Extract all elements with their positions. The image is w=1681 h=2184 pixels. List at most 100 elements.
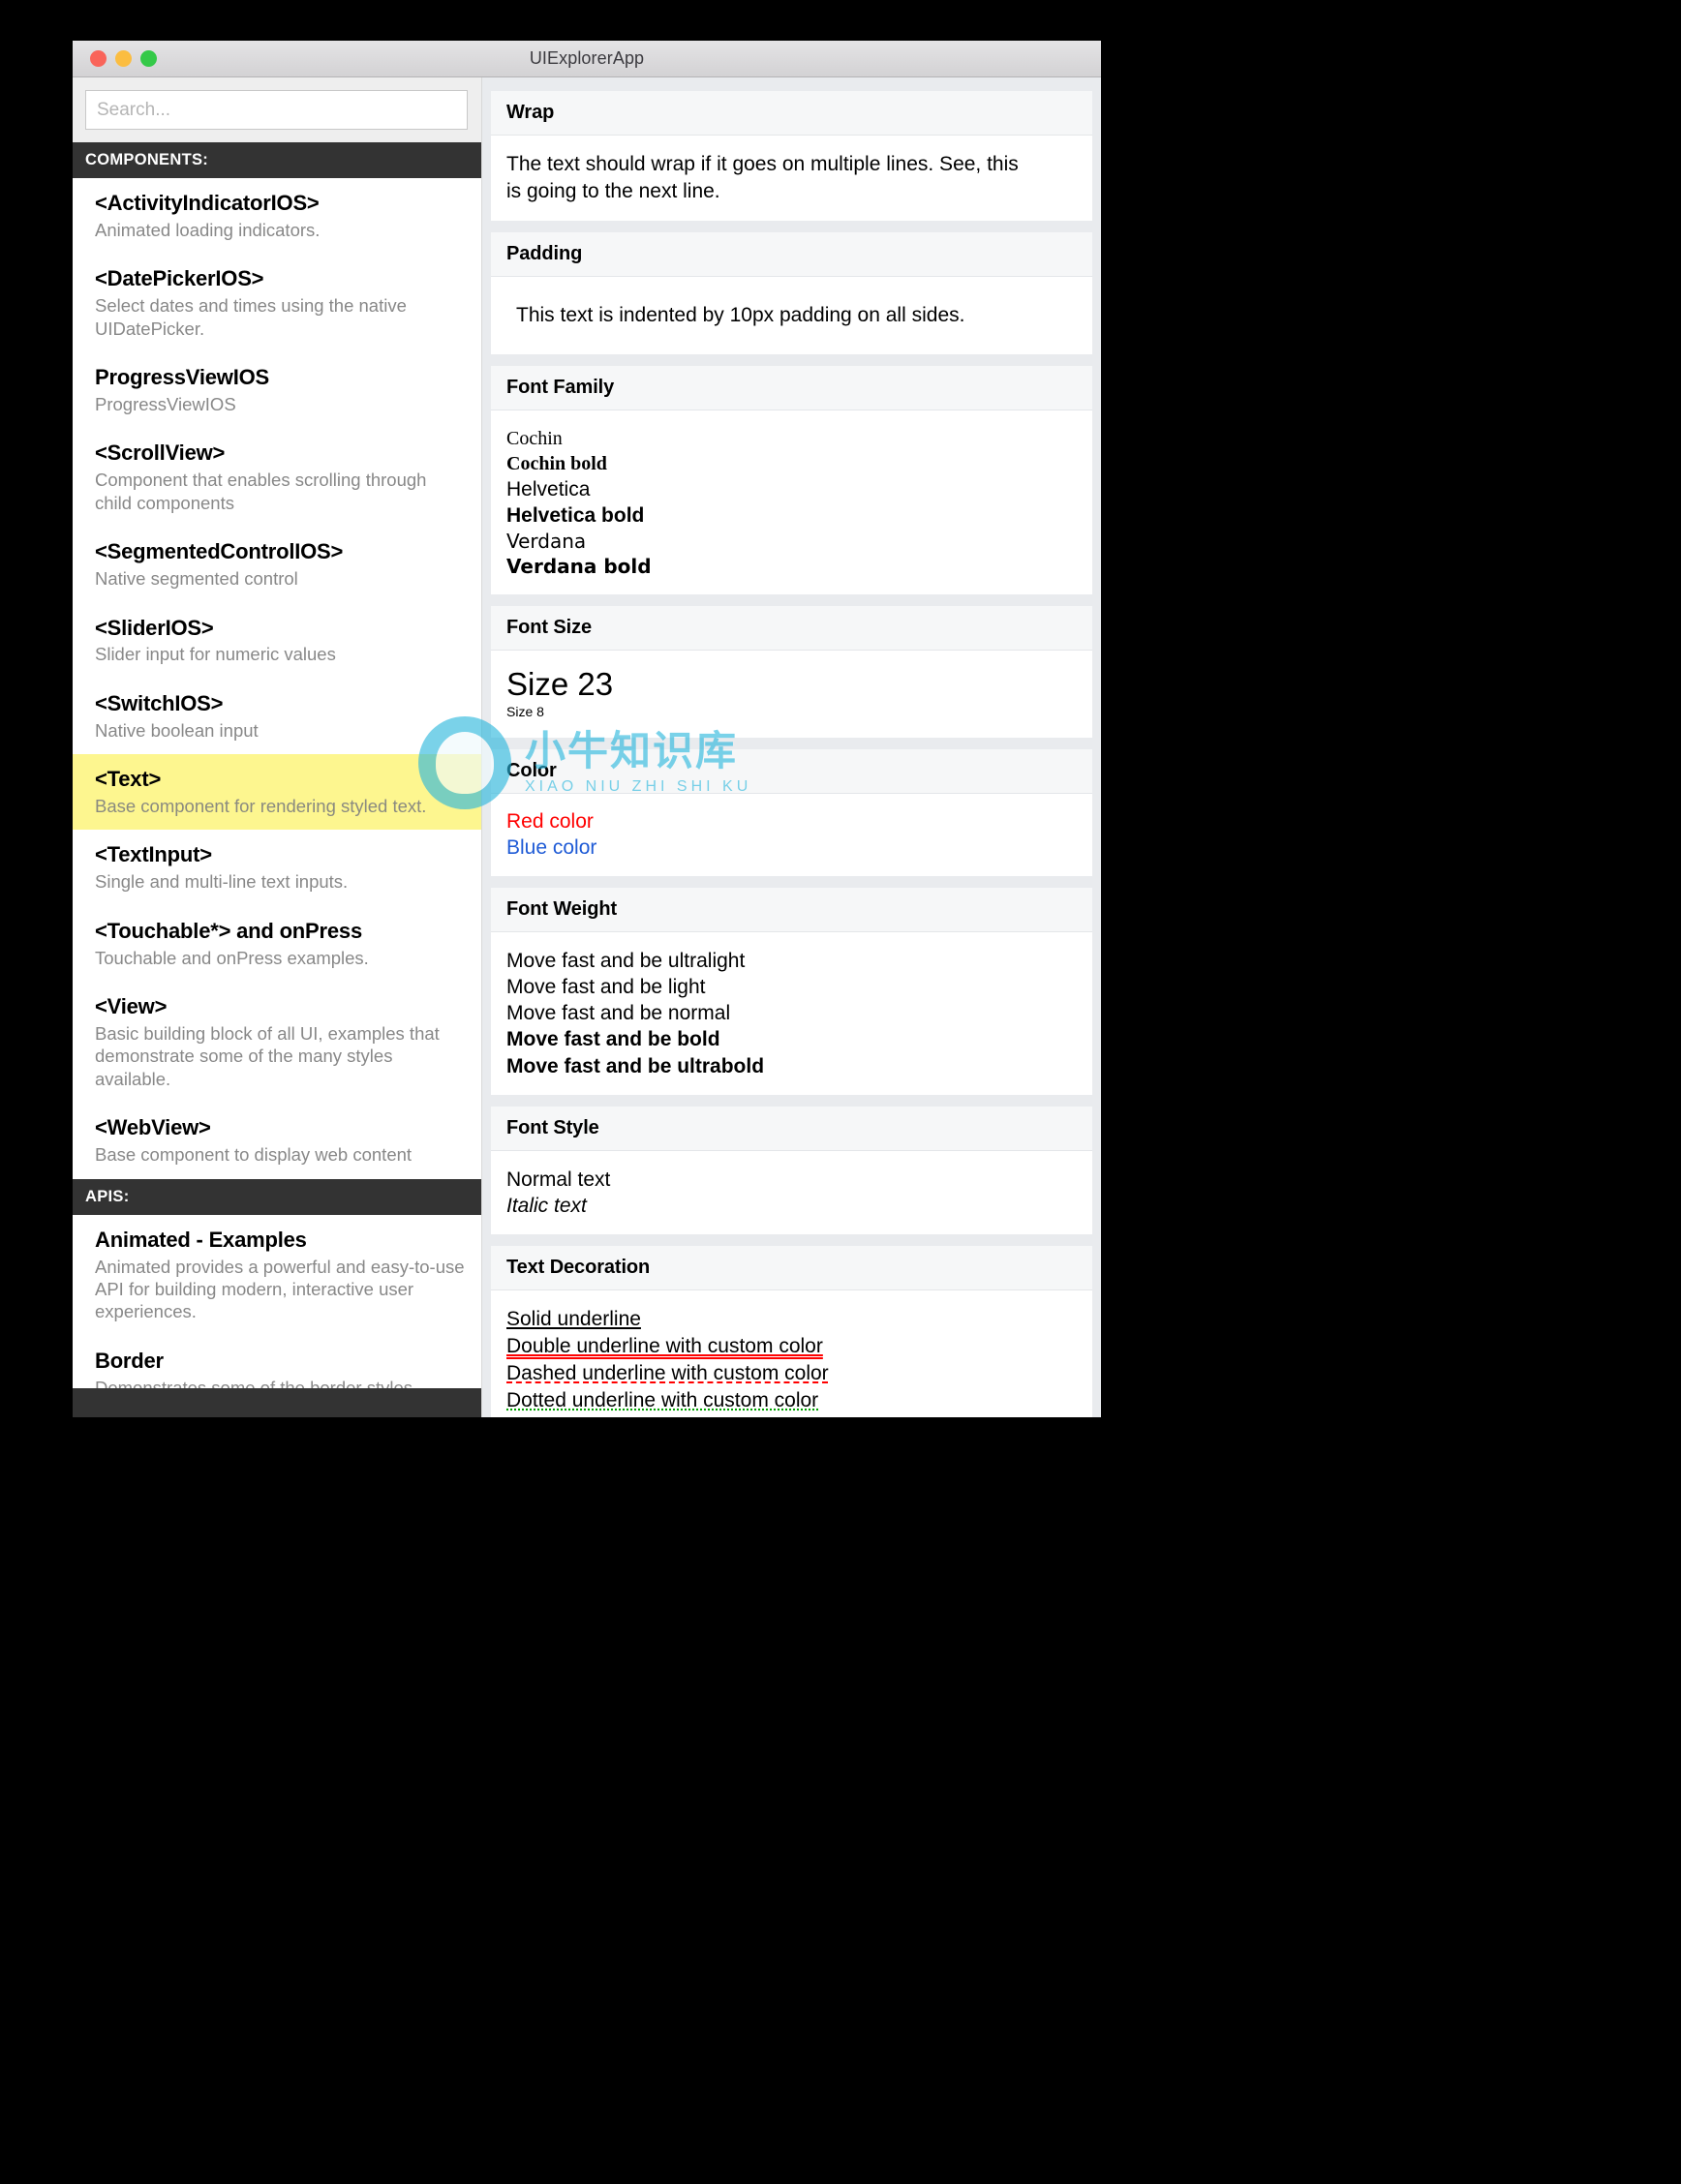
search-input[interactable] [85, 90, 468, 130]
sidebar-item-desc: Base component to display web content [95, 1144, 413, 1166]
sidebar-item-desc: Slider input for numeric values [95, 644, 336, 665]
sidebar-item-border[interactable]: Border Demonstrates some of the border s… [73, 1335, 481, 1388]
sidebar-item-segmentedcontrolios[interactable]: <SegmentedControlIOS> Native segmented c… [73, 527, 481, 603]
font-style-italic: Italic text [506, 1194, 587, 1217]
card-title: Padding [491, 231, 1092, 277]
sidebar-item-title: <Text> [95, 767, 162, 792]
font-family-verdana: Verdana [506, 530, 587, 554]
card-title: Font Style [491, 1106, 1092, 1151]
card-font-style: Font Style Normal text Italic text [491, 1106, 1092, 1235]
sidebar-item-textinput[interactable]: <TextInput> Single and multi-line text i… [73, 830, 481, 906]
sidebar-item-title: <TextInput> [95, 842, 212, 867]
font-style-normal: Normal text [506, 1168, 611, 1191]
sidebar-item-desc: Component that enables scrolling through… [95, 470, 427, 513]
sidebar-item-title: Animated - Examples [95, 1227, 307, 1252]
font-family-cochin: Cochin [506, 427, 563, 449]
sidebar-item-touchable[interactable]: <Touchable*> and onPress Touchable and o… [73, 905, 481, 983]
section-header-components: COMPONENTS: [73, 142, 481, 178]
main-content-scroll[interactable]: Wrap The text should wrap if it goes on … [482, 77, 1101, 1417]
sidebar-item-title: <ActivityIndicatorIOS> [95, 191, 320, 215]
sidebar-item-datepickerios[interactable]: <DatePickerIOS> Select dates and times u… [73, 254, 481, 353]
card-text-decoration: Text Decoration Solid underline Double u… [491, 1246, 1092, 1417]
sidebar-item-desc: Demonstrates some of the border styles a… [95, 1377, 413, 1388]
sidebar-item-title: <WebView> [95, 1115, 211, 1140]
sidebar-item-desc: Touchable and onPress examples. [95, 947, 369, 968]
card-title: Font Weight [491, 888, 1092, 933]
font-family-verdana-bold: Verdana bold [506, 555, 652, 579]
window-title: UIExplorerApp [529, 48, 645, 68]
window-body: COMPONENTS: <ActivityIndicatorIOS> Anima… [73, 77, 1101, 1417]
card-body: Normal text Italic text [491, 1151, 1092, 1235]
font-weight-normal: Move fast and be normal [506, 1002, 731, 1025]
card-title: Color [491, 748, 1092, 794]
sidebar-item-desc: Single and multi-line text inputs. [95, 871, 349, 893]
font-family-helvetica: Helvetica [506, 477, 591, 500]
font-family-helvetica-bold: Helvetica bold [506, 504, 645, 528]
sidebar-item-desc: Animated provides a powerful and easy-to… [95, 1256, 465, 1322]
sidebar-footer [73, 1388, 481, 1417]
sidebar-item-title: <SegmentedControlIOS> [95, 539, 344, 564]
card-body: Red color Blue color [491, 794, 1092, 876]
sidebar-item-scrollview[interactable]: <ScrollView> Component that enables scro… [73, 428, 481, 528]
text-decoration-none: None textDecoration [506, 1414, 1077, 1417]
font-family-cochin-bold: Cochin bold [506, 452, 607, 474]
font-size-23-sample: Size 23 [506, 666, 614, 703]
sidebar-item-title: <View> [95, 994, 168, 1019]
sidebar-item-activityindicatorios[interactable]: <ActivityIndicatorIOS> Animated loading … [73, 178, 481, 255]
card-body: Cochin Cochin bold Helvetica Helvetica b… [491, 410, 1092, 595]
sidebar-item-desc: Native boolean input [95, 719, 259, 741]
wrap-sample-text: The text should wrap if it goes on multi… [506, 153, 1019, 202]
card-font-size: Font Size Size 23 Size 8 [491, 606, 1092, 738]
sidebar-item-sliderios[interactable]: <SliderIOS> Slider input for numeric val… [73, 602, 481, 679]
card-body: Size 23 Size 8 [491, 651, 1092, 738]
search-bar [73, 77, 481, 142]
card-title: Font Family [491, 365, 1092, 410]
sidebar-scroll-area[interactable]: COMPONENTS: <ActivityIndicatorIOS> Anima… [73, 142, 481, 1388]
sidebar-item-switchios[interactable]: <SwitchIOS> Native boolean input [73, 678, 481, 755]
sidebar-item-desc: ProgressViewIOS [95, 393, 236, 414]
sidebar-item-animated-examples[interactable]: Animated - Examples Animated provides a … [73, 1214, 481, 1336]
sidebar-item-title: <DatePickerIOS> [95, 266, 264, 291]
card-title: Font Size [491, 606, 1092, 652]
sidebar-item-title: <SwitchIOS> [95, 690, 224, 715]
sidebar: COMPONENTS: <ActivityIndicatorIOS> Anima… [73, 77, 482, 1417]
sidebar-item-desc: Basic building block of all UI, examples… [95, 1022, 440, 1089]
card-body: This text is indented by 10px padding on… [491, 277, 1092, 354]
card-title: Text Decoration [491, 1246, 1092, 1291]
sidebar-item-title: <Touchable*> and onPress [95, 918, 362, 943]
card-body: The text should wrap if it goes on multi… [491, 136, 1092, 221]
card-font-family: Font Family Cochin Cochin bold Helvetica… [491, 365, 1092, 595]
sidebar-item-desc: Animated loading indicators. [95, 219, 321, 240]
section-header-apis: APIS: [73, 1178, 481, 1215]
sidebar-item-desc: Base component for rendering styled text… [95, 795, 427, 816]
app-window: UIExplorerApp COMPONENTS: <ActivityIndic… [73, 41, 1101, 1417]
font-weight-ultrabold: Move fast and be ultrabold [506, 1054, 765, 1077]
sidebar-item-desc: Native segmented control [95, 568, 298, 590]
sidebar-item-webview[interactable]: <WebView> Base component to display web … [73, 1103, 481, 1179]
sidebar-item-view[interactable]: <View> Basic building block of all UI, e… [73, 982, 481, 1104]
sidebar-item-title: Border [95, 1348, 164, 1373]
sidebar-item-desc: Select dates and times using the native … [95, 295, 407, 339]
card-body: Move fast and be ultralight Move fast an… [491, 932, 1092, 1094]
color-red-sample: Red color [506, 809, 594, 833]
sidebar-item-progressviewios[interactable]: ProgressViewIOS ProgressViewIOS [73, 352, 481, 429]
sidebar-item-title: <ScrollView> [95, 440, 226, 466]
card-font-weight: Font Weight Move fast and be ultralight … [491, 888, 1092, 1095]
card-title: Wrap [491, 91, 1092, 136]
window-titlebar: UIExplorerApp [73, 41, 1101, 77]
text-decoration-dashed-underline: Dashed underline with custom color [506, 1362, 829, 1385]
sidebar-item-title: <SliderIOS> [95, 615, 214, 640]
font-weight-bold: Move fast and be bold [506, 1028, 720, 1051]
sidebar-item-text[interactable]: <Text> Base component for rendering styl… [73, 754, 481, 831]
sidebar-item-title: ProgressViewIOS [95, 365, 270, 390]
card-color: Color Red color Blue color [491, 748, 1092, 877]
text-decoration-double-underline: Double underline with custom color [506, 1335, 823, 1358]
card-wrap: Wrap The text should wrap if it goes on … [491, 91, 1092, 221]
card-padding: Padding This text is indented by 10px pa… [491, 231, 1092, 354]
color-blue-sample: Blue color [506, 835, 597, 859]
font-size-8-sample: Size 8 [506, 704, 544, 720]
text-decoration-solid-underline: Solid underline [506, 1308, 641, 1331]
text-decoration-dotted-underline: Dotted underline with custom color [506, 1388, 819, 1411]
padding-sample-text: This text is indented by 10px padding on… [516, 303, 965, 326]
card-body: Solid underline Double underline with cu… [491, 1290, 1092, 1417]
